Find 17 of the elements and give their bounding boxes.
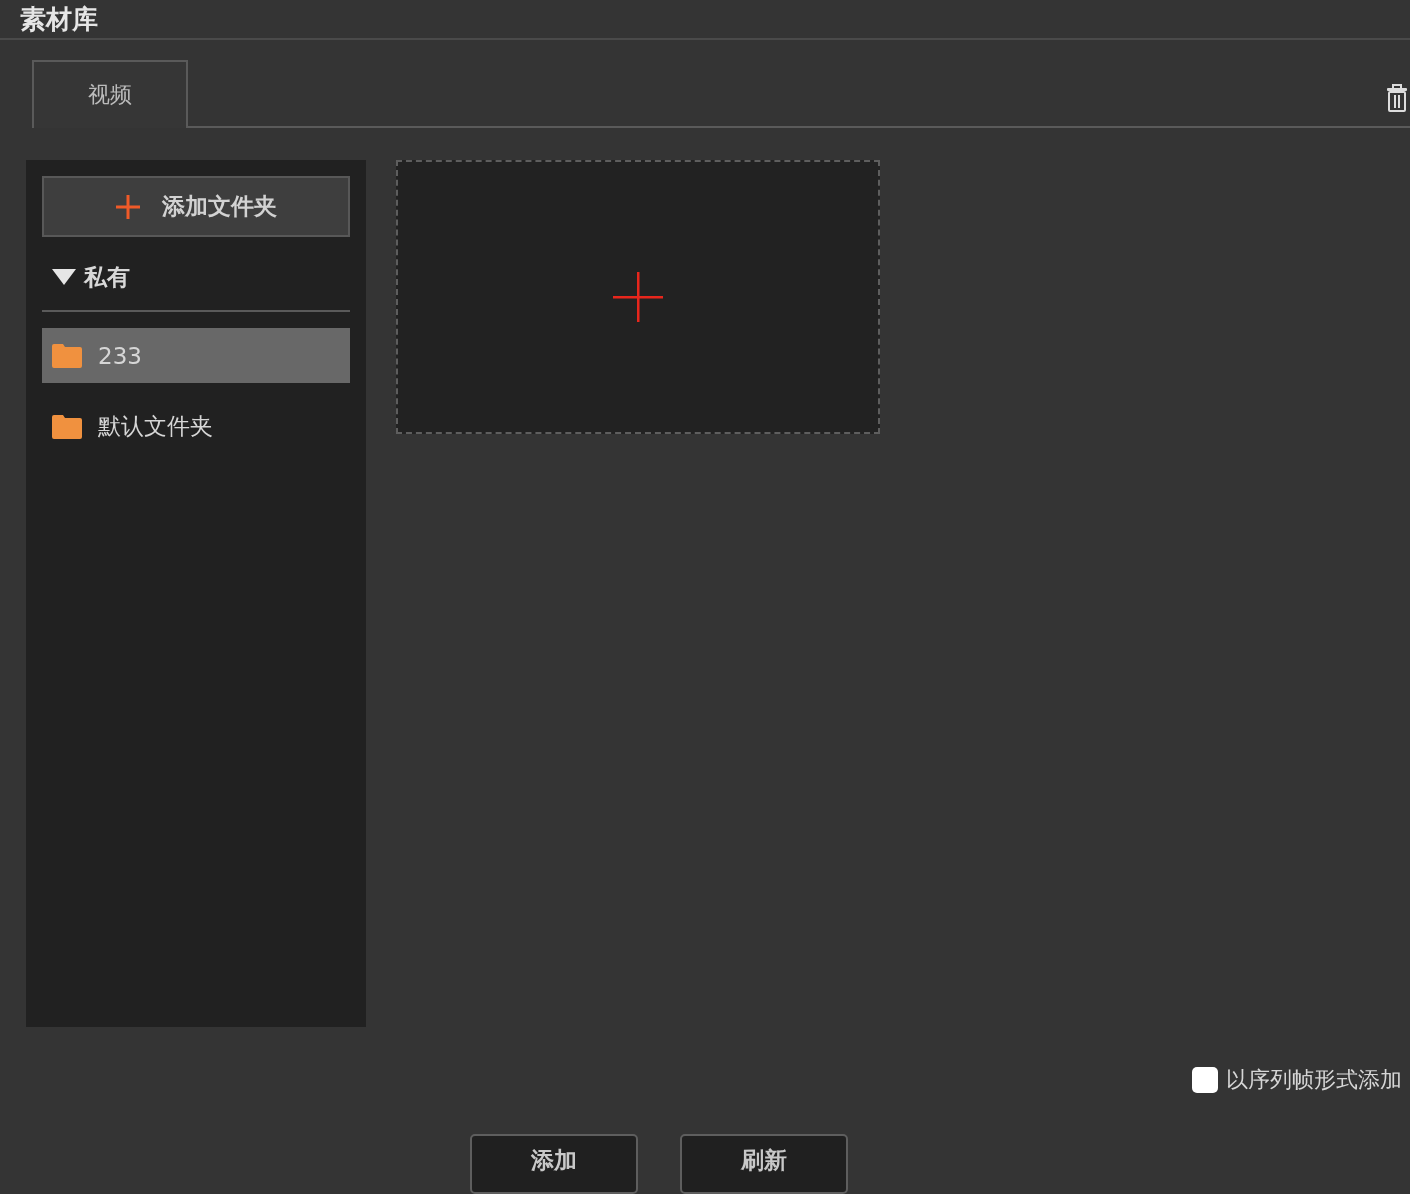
checkbox-label: 以序列帧形式添加 — [1226, 1066, 1402, 1094]
plus-icon — [613, 272, 663, 322]
tab[interactable]: 视频 — [32, 60, 188, 128]
section-label[interactable]: 私有 — [84, 261, 130, 293]
folder-icon — [52, 414, 82, 439]
delete-button[interactable] — [1386, 82, 1408, 112]
add-media-tile[interactable] — [396, 160, 880, 434]
folder-item[interactable]: 默认文件夹 — [42, 399, 350, 454]
plus-icon — [115, 194, 140, 219]
checkbox[interactable] — [1192, 1067, 1218, 1093]
folder-icon — [52, 343, 82, 368]
folder-item[interactable]: 233 — [42, 328, 350, 383]
trash-icon — [1386, 82, 1408, 112]
add-folder-button[interactable]: 添加文件夹 — [42, 176, 350, 237]
window-title: 素材库 — [20, 2, 98, 36]
action-button[interactable]: 刷新 — [680, 1134, 848, 1194]
action-button[interactable]: 添加 — [470, 1134, 638, 1194]
